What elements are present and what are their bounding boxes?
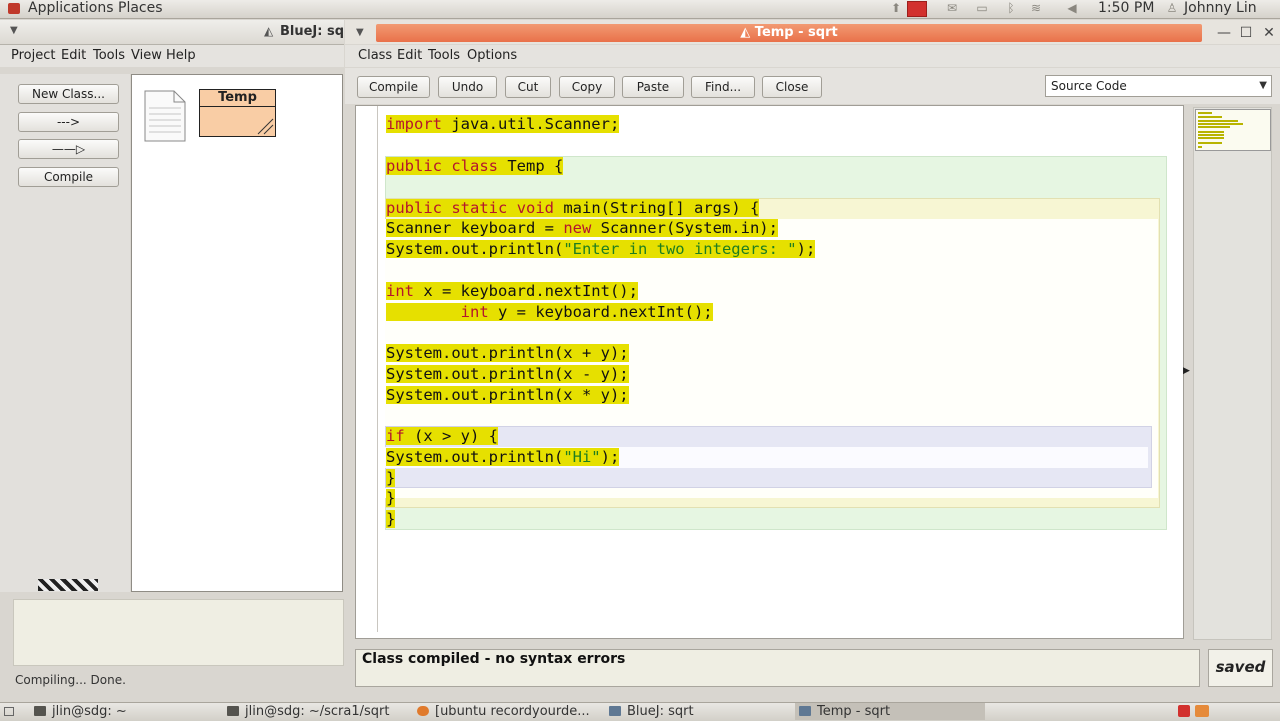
- menu-class[interactable]: Class: [358, 48, 392, 63]
- editor-menubar: Class Edit Tools Options: [345, 45, 1280, 67]
- class-box-temp[interactable]: Temp: [199, 89, 276, 137]
- applications-menu[interactable]: Applications: [28, 0, 114, 17]
- taskbar-item-browser[interactable]: [ubuntu recordyourde...: [413, 703, 603, 720]
- ubuntu-logo-icon: [8, 3, 20, 14]
- close-icon[interactable]: ✕: [1260, 24, 1278, 42]
- menu-help[interactable]: Help: [166, 48, 196, 63]
- code-line[interactable]: System.out.println(x + y);: [386, 343, 629, 363]
- code-line[interactable]: import java.util.Scanner;: [386, 114, 620, 134]
- user-name[interactable]: Johnny Lin: [1184, 0, 1257, 17]
- arrow-up-icon[interactable]: ⬆: [888, 2, 904, 15]
- compile-button[interactable]: Compile: [357, 76, 430, 98]
- firefox-icon: [417, 706, 429, 716]
- workspace-switcher-icon[interactable]: [1178, 705, 1190, 717]
- readme-note-icon[interactable]: [144, 90, 186, 142]
- taskbar-label: Temp - sqrt: [817, 704, 891, 719]
- record-indicator-icon[interactable]: [907, 1, 927, 17]
- code-line[interactable]: System.out.println(x - y);: [386, 364, 629, 384]
- taskbar-label: [ubuntu recordyourde...: [435, 704, 590, 719]
- menu-options[interactable]: Options: [467, 48, 517, 63]
- uses-arrow-button[interactable]: --->: [18, 112, 119, 132]
- code-line[interactable]: int y = keyboard.nextInt();: [386, 302, 713, 322]
- places-menu[interactable]: Places: [118, 0, 163, 17]
- copy-button[interactable]: Copy: [559, 76, 615, 98]
- view-mode-value: Source Code: [1051, 79, 1127, 93]
- trash-icon[interactable]: [1195, 705, 1209, 717]
- bluej-message-area: [13, 599, 344, 666]
- taskbar-label: BlueJ: sqrt: [627, 704, 694, 719]
- menu-project[interactable]: Project: [11, 48, 55, 63]
- bluej-status-text: Compiling... Done.: [15, 673, 126, 687]
- window-menu-arrow-icon[interactable]: ▼: [10, 25, 18, 36]
- find-button[interactable]: Find...: [691, 76, 755, 98]
- code-line[interactable]: System.out.println("Hi");: [386, 447, 620, 467]
- saved-indicator: saved: [1215, 658, 1266, 676]
- menu-tools[interactable]: Tools: [428, 48, 460, 63]
- paste-button[interactable]: Paste: [622, 76, 684, 98]
- volume-icon[interactable]: ◀: [1064, 2, 1080, 15]
- bluej-window-title: BlueJ: sqrt: [280, 24, 344, 39]
- menu-view[interactable]: View: [131, 48, 162, 63]
- taskbar-item-editor[interactable]: Temp - sqrt: [795, 703, 985, 720]
- cut-button[interactable]: Cut: [505, 76, 551, 98]
- code-line[interactable]: public class Temp {: [386, 156, 564, 176]
- bluej-bird-icon: ◭: [264, 24, 274, 38]
- maximize-icon[interactable]: ☐: [1237, 24, 1255, 42]
- code-line[interactable]: Scanner keyboard = new Scanner(System.in…: [386, 218, 778, 238]
- battery-icon[interactable]: ▭: [974, 2, 990, 15]
- clock[interactable]: 1:50 PM: [1098, 0, 1154, 17]
- inheritance-arrow-button[interactable]: ——▷: [18, 139, 119, 159]
- progress-barber-pole: [38, 579, 98, 591]
- code-line[interactable]: }: [386, 468, 396, 488]
- terminal-icon: [34, 706, 46, 716]
- bluej-menubar: Project Edit Tools View Help: [0, 45, 344, 67]
- chevron-down-icon: ▼: [1259, 80, 1267, 91]
- bluej-bird-icon: ◭: [740, 25, 755, 40]
- navigation-view[interactable]: [1193, 107, 1272, 640]
- view-mode-select[interactable]: Source Code ▼: [1045, 75, 1272, 97]
- code-line[interactable]: int x = keyboard.nextInt();: [386, 281, 638, 301]
- code-line[interactable]: }: [386, 509, 396, 529]
- menu-edit[interactable]: Edit: [397, 48, 422, 63]
- close-button[interactable]: Close: [762, 76, 822, 98]
- editor-window-title: ◭ Temp - sqrt: [376, 25, 1202, 40]
- taskbar-item-terminal-home[interactable]: jlin@sdg: ~: [30, 703, 220, 720]
- compile-status-message: Class compiled - no syntax errors: [362, 651, 626, 667]
- code-line[interactable]: }: [386, 488, 396, 508]
- taskbar-label: jlin@sdg: ~/scra1/sqrt: [245, 704, 390, 719]
- bluetooth-icon[interactable]: ᛒ: [1003, 2, 1019, 15]
- minimize-icon[interactable]: —: [1215, 24, 1233, 42]
- code-line[interactable]: public static void main(String[] args) {: [386, 198, 760, 218]
- user-icon: ♙: [1166, 1, 1178, 15]
- taskbar-item-terminal-sqrt[interactable]: jlin@sdg: ~/scra1/sqrt: [223, 703, 413, 720]
- resize-corner-icon[interactable]: [256, 117, 274, 135]
- wifi-icon[interactable]: ≋: [1028, 2, 1044, 15]
- code-line[interactable]: if (x > y) {: [386, 426, 498, 446]
- editor-gutter-line: [377, 106, 378, 632]
- taskbar-label: jlin@sdg: ~: [52, 704, 127, 719]
- bluej-titlebar[interactable]: ▼ ◭ BlueJ: sqrt: [0, 20, 344, 45]
- menu-tools[interactable]: Tools: [93, 48, 125, 63]
- show-desktop-icon[interactable]: [4, 707, 14, 716]
- bluej-bird-icon: [609, 706, 621, 716]
- new-class-button[interactable]: New Class...: [18, 84, 119, 104]
- compile-button[interactable]: Compile: [18, 167, 119, 187]
- code-line[interactable]: System.out.println("Enter in two integer…: [386, 239, 816, 259]
- top-panel: Applications Places ⬆ ✉ ▭ ᛒ ≋ ◀ 1:50 PM …: [0, 0, 1280, 19]
- splitter-arrow-icon[interactable]: ▶: [1183, 366, 1190, 376]
- undo-button[interactable]: Undo: [438, 76, 497, 98]
- editor-title-label: Temp - sqrt: [754, 25, 838, 40]
- class-diagram-canvas[interactable]: [131, 74, 343, 592]
- editor-window-menu-icon[interactable]: ▼: [356, 27, 364, 38]
- code-line[interactable]: System.out.println(x * y);: [386, 385, 629, 405]
- class-box-label: Temp: [200, 90, 275, 107]
- taskbar-item-bluej[interactable]: BlueJ: sqrt: [605, 703, 795, 720]
- menu-edit[interactable]: Edit: [61, 48, 86, 63]
- bluej-bird-icon: [799, 706, 811, 716]
- navigation-thumbnail[interactable]: [1195, 109, 1271, 151]
- mail-icon[interactable]: ✉: [944, 2, 960, 15]
- terminal-icon: [227, 706, 239, 716]
